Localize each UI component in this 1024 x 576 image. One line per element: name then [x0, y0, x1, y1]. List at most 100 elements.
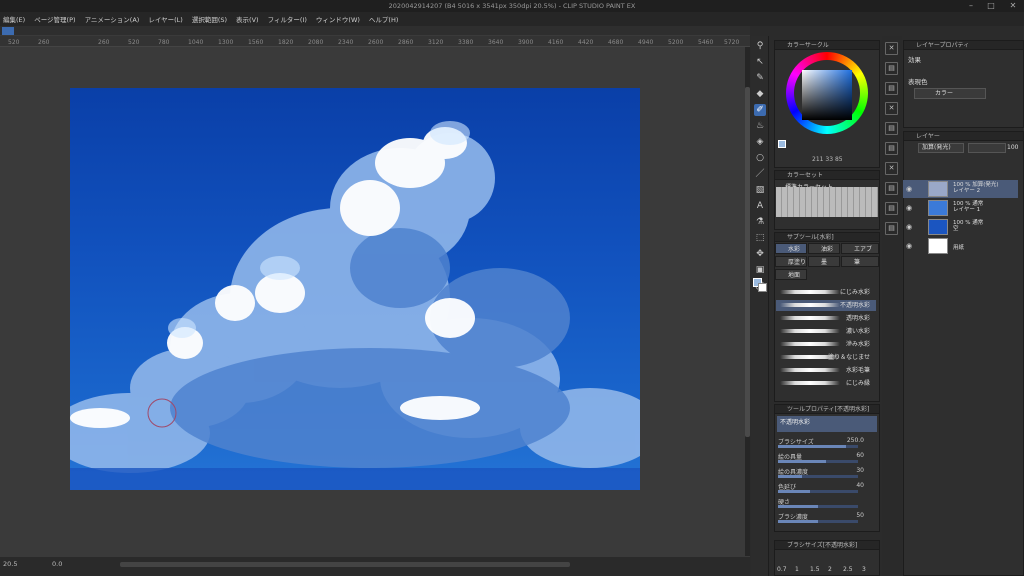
prop-slider[interactable]: [778, 490, 858, 493]
layer-item[interactable]: ◉ 100 % 通常空: [903, 218, 1018, 236]
close-panel-icon[interactable]: ✕: [885, 102, 898, 115]
hue-value: 211: [812, 156, 824, 163]
vertical-scroll-thumb[interactable]: [745, 87, 750, 437]
layer-item[interactable]: ◉ 100 % 加算(発光) レイヤー 2: [903, 180, 1018, 198]
prop-slider[interactable]: [778, 460, 858, 463]
brush-size-option[interactable]: 1: [795, 566, 799, 573]
opacity-value[interactable]: 100: [1007, 144, 1018, 151]
sub-tool-tab-ground[interactable]: 地面: [775, 269, 807, 280]
eye-icon[interactable]: ◉: [906, 185, 912, 193]
paint-amount-property[interactable]: 絵の具量 60: [778, 452, 876, 465]
hardness-property[interactable]: 硬さ: [778, 497, 876, 510]
brush-density-property[interactable]: ブラシ濃度 50: [778, 512, 876, 525]
airbrush-tool-icon[interactable]: ♨: [754, 120, 766, 132]
brush-item[interactable]: にじみ縁: [776, 378, 876, 389]
eye-icon[interactable]: ◉: [906, 204, 912, 212]
brush-size-property[interactable]: ブラシサイズ 250.0: [778, 437, 876, 450]
menu-edit[interactable]: 編集(E): [3, 14, 25, 24]
color-set-swatches[interactable]: [776, 187, 878, 217]
zoom-tool-icon[interactable]: ⚲: [754, 40, 766, 52]
text-tool-icon[interactable]: A: [754, 200, 766, 212]
menu-layer[interactable]: レイヤー(L): [148, 14, 183, 24]
brush-size-option[interactable]: 2.5: [843, 566, 853, 573]
brush-size-option[interactable]: 1.5: [810, 566, 820, 573]
menu-selection[interactable]: 選択範囲(S): [192, 14, 227, 24]
minimize-button[interactable]: –: [964, 1, 978, 11]
sub-tool-tab-ink[interactable]: 墨: [808, 256, 840, 267]
panel-tab-icon[interactable]: ▤: [885, 82, 898, 95]
close-panel-icon[interactable]: ✕: [885, 42, 898, 55]
brush-size-option[interactable]: 2: [828, 566, 832, 573]
shape-tool-icon[interactable]: ○: [754, 152, 766, 164]
saturation-value-square[interactable]: [802, 70, 852, 120]
eyedropper-tool-icon[interactable]: ⚗: [754, 216, 766, 228]
prop-value[interactable]: 30: [856, 467, 864, 474]
prop-value[interactable]: 50: [856, 512, 864, 519]
current-color-swatch[interactable]: [778, 140, 786, 148]
panel-tab-icon[interactable]: ▤: [885, 182, 898, 195]
sub-tool-tab-oil[interactable]: 油彩: [808, 243, 840, 254]
brush-item[interactable]: 水彩毛筆: [776, 365, 876, 376]
menu-page[interactable]: ページ管理(P): [34, 14, 75, 24]
panel-tab-icon[interactable]: ▤: [885, 62, 898, 75]
prop-value[interactable]: 40: [856, 482, 864, 489]
brush-item[interactable]: 透明水彩: [776, 313, 876, 324]
panel-tab-icon[interactable]: ▤: [885, 122, 898, 135]
layer-item[interactable]: ◉ 100 % 通常 レイヤー 1: [903, 199, 1018, 217]
operation-tool-icon[interactable]: ↖: [754, 56, 766, 68]
move-tool-icon[interactable]: ✥: [754, 248, 766, 260]
menu-help[interactable]: ヘルプ(H): [369, 14, 398, 24]
brush-size-title: ブラシサイズ[不透明水彩]: [775, 541, 879, 550]
brush-item[interactable]: にじみ水彩: [776, 287, 876, 298]
eye-icon[interactable]: ◉: [906, 223, 912, 231]
panel-tab-icon[interactable]: ▤: [885, 202, 898, 215]
opacity-slider[interactable]: [968, 143, 1006, 153]
prop-value[interactable]: 60: [856, 452, 864, 459]
artwork-canvas[interactable]: [70, 88, 640, 490]
canvas-tab[interactable]: [2, 27, 14, 35]
sub-color-swatch[interactable]: [758, 283, 767, 292]
panel-tab-icon[interactable]: ▤: [885, 142, 898, 155]
sub-tool-tab-thick[interactable]: 厚塗り: [775, 256, 807, 267]
prop-value[interactable]: 250.0: [847, 437, 864, 444]
fill-tool-icon[interactable]: ◈: [754, 136, 766, 148]
menu-filter[interactable]: フィルター(I): [268, 14, 307, 24]
brush-item-selected[interactable]: 不透明水彩: [776, 300, 876, 311]
brush-item[interactable]: 濃い水彩: [776, 326, 876, 337]
vertical-scrollbar[interactable]: [745, 47, 750, 556]
brush-tool-icon[interactable]: ✐: [754, 104, 766, 116]
frame-tool-icon[interactable]: ▣: [754, 264, 766, 276]
blend-mode-select[interactable]: 加算(発光): [918, 143, 964, 153]
sub-tool-tab-airbrush[interactable]: エアブ: [841, 243, 879, 254]
color-stretch-property[interactable]: 色延び 40: [778, 482, 876, 495]
menu-view[interactable]: 表示(V): [236, 14, 259, 24]
menu-animation[interactable]: アニメーション(A): [85, 14, 140, 24]
eraser-tool-icon[interactable]: ◆: [754, 88, 766, 100]
sub-tool-tab-watercolor[interactable]: 水彩: [775, 243, 807, 254]
brush-size-option[interactable]: 3: [862, 566, 866, 573]
brush-item[interactable]: 塗り＆なじませ: [776, 352, 876, 363]
line-tool-icon[interactable]: ／: [754, 168, 766, 180]
brush-item[interactable]: 滲み水彩: [776, 339, 876, 350]
selection-tool-icon[interactable]: ⬚: [754, 232, 766, 244]
paint-density-property[interactable]: 絵の具濃度 30: [778, 467, 876, 480]
prop-slider[interactable]: [778, 520, 858, 523]
close-panel-icon[interactable]: ✕: [885, 162, 898, 175]
prop-slider[interactable]: [778, 505, 858, 508]
gradient-tool-icon[interactable]: ▧: [754, 184, 766, 196]
menu-window[interactable]: ウィンドウ(W): [316, 14, 360, 24]
sub-tool-tab-brush[interactable]: 筆: [841, 256, 879, 267]
layer-item[interactable]: ◉ 用紙: [903, 237, 1018, 255]
prop-slider[interactable]: [778, 445, 858, 448]
brush-size-option[interactable]: 0.7: [777, 566, 787, 573]
panel-tab-icon[interactable]: ▤: [885, 222, 898, 235]
prop-slider[interactable]: [778, 475, 858, 478]
pen-tool-icon[interactable]: ✎: [754, 72, 766, 84]
rotation-angle[interactable]: 0.0: [52, 560, 62, 568]
expression-color-select[interactable]: カラー: [914, 88, 986, 99]
close-button[interactable]: ✕: [1006, 1, 1020, 11]
horizontal-scrollbar[interactable]: [120, 562, 570, 567]
maximize-button[interactable]: □: [984, 1, 998, 11]
eye-icon[interactable]: ◉: [906, 242, 912, 250]
zoom-level[interactable]: 20.5: [3, 560, 17, 568]
